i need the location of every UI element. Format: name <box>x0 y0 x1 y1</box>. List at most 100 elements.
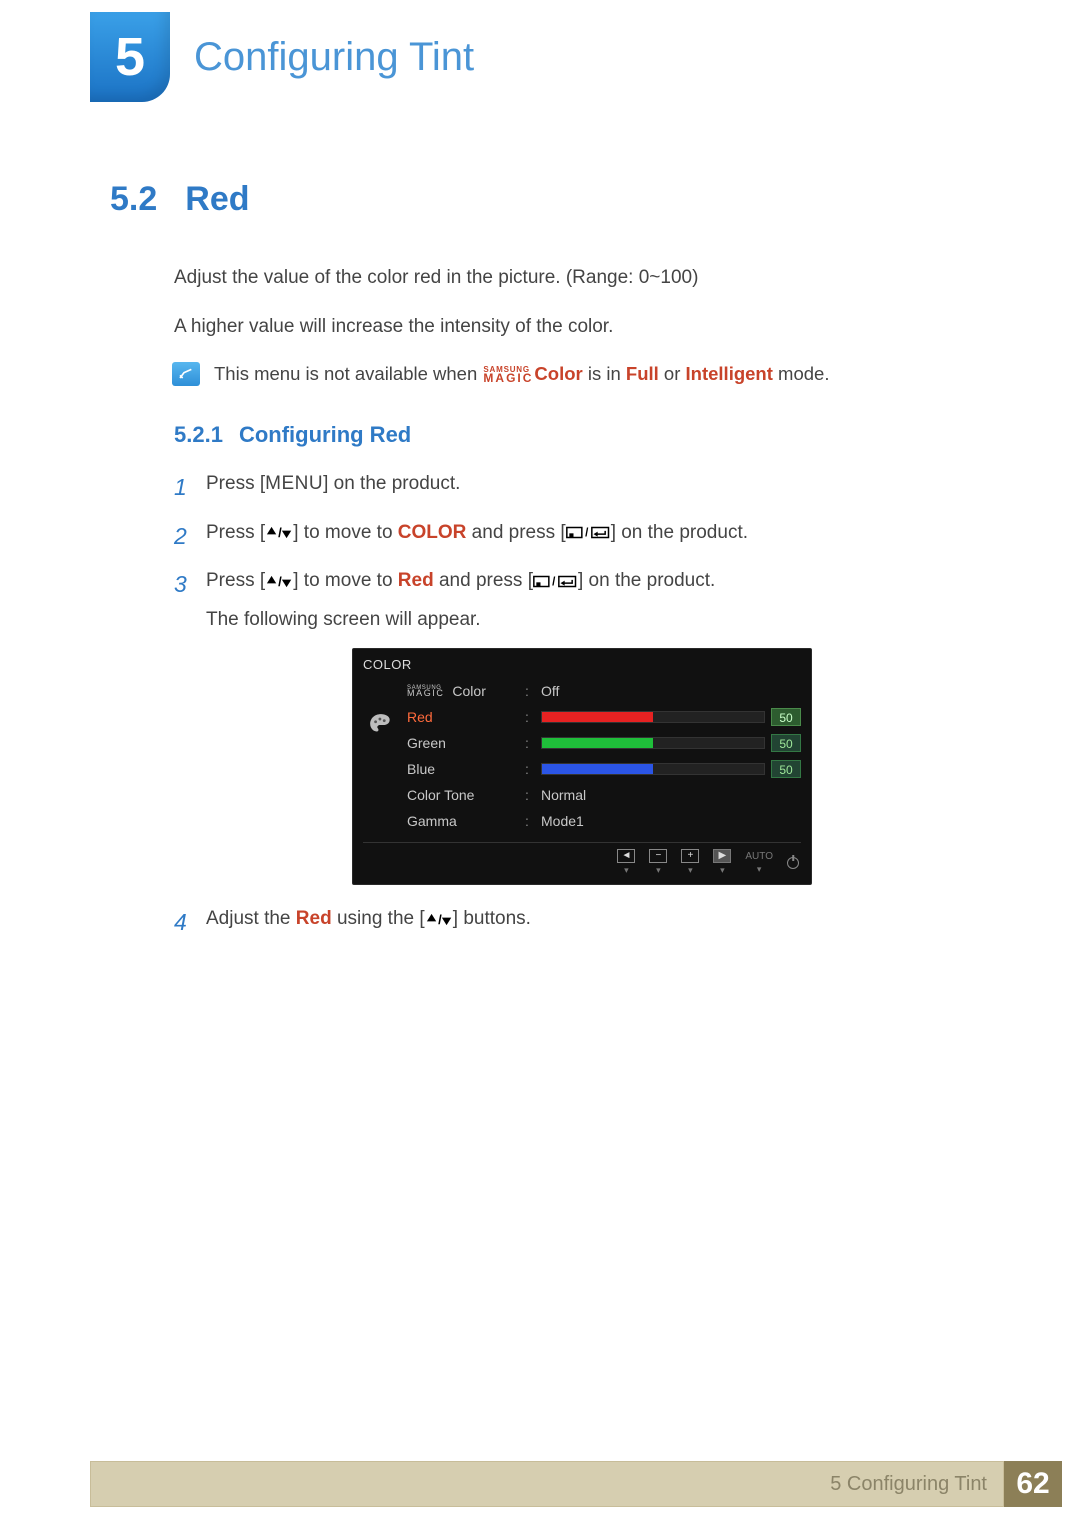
t: ] buttons. <box>453 908 531 929</box>
subsection-number: 5.2.1 <box>174 422 223 448</box>
up-down-icon: / <box>425 911 453 928</box>
step-2: 2 Press [/] to move to COLOR and press [… <box>174 519 990 554</box>
note-intelligent-word: Intelligent <box>686 363 773 384</box>
chapter-title: Configuring Tint <box>194 12 474 102</box>
osd-row-color-tone: Color Tone : Normal <box>407 782 801 808</box>
osd-list: SAMSUNGMAGIC Color : Off Red : 50 <box>407 678 801 834</box>
note-suffix: mode. <box>773 363 830 384</box>
section-heading: 5.2 Red <box>110 180 990 219</box>
osd-value: Off <box>541 683 611 699</box>
section: 5.2 Red Adjust the value of the color re… <box>110 180 990 954</box>
step-1: 1 Press [MENU] on the product. <box>174 470 990 505</box>
osd-value-blue: 50 <box>771 760 801 778</box>
note-text: This menu is not available when SAMSUNGM… <box>214 363 829 385</box>
osd-btn-power <box>787 857 799 869</box>
osd-value: Normal <box>541 787 611 803</box>
osd-row-blue: Blue : 50 <box>407 756 801 782</box>
osd-row-red: Red : 50 <box>407 704 801 730</box>
t: Color <box>452 683 485 699</box>
t: and press [ <box>434 570 533 591</box>
color-word: COLOR <box>398 522 467 543</box>
step-text: Press [/] to move to COLOR and press [/]… <box>206 519 990 554</box>
footer-chapter-ref: 5 Configuring Tint <box>90 1461 1004 1507</box>
step-3: 3 Press [ / ] to move to Red and press [ /]… <box>174 567 990 634</box>
intro-paragraph-2: A higher value will increase the intensi… <box>174 314 990 341</box>
source-enter-icon: / <box>533 573 578 590</box>
osd-value-red: 50 <box>771 708 801 726</box>
section-number: 5.2 <box>110 180 157 219</box>
osd-label: Gamma <box>407 813 517 829</box>
osd-row-green: Green : 50 <box>407 730 801 756</box>
svg-text:/: / <box>438 912 442 927</box>
note-icon <box>172 362 200 386</box>
menu-icon: MENU <box>265 473 323 494</box>
red-word: Red <box>398 570 434 591</box>
colon: : <box>525 813 533 829</box>
samsung-magic-mini-icon: SAMSUNGMAGIC <box>407 686 445 697</box>
footer-page-number: 62 <box>1004 1461 1062 1507</box>
steps-list-cont: 4 Adjust the Red using the [/] buttons. <box>174 905 990 940</box>
step-number: 2 <box>174 519 190 554</box>
osd-value-green: 50 <box>771 734 801 752</box>
bar-fill <box>542 764 653 774</box>
note-full-word: Full <box>626 363 659 384</box>
t: ] to move to <box>293 570 398 591</box>
step-text: Press [ / ] to move to Red and press [ / ] o… <box>206 567 990 634</box>
osd-bar-green <box>541 737 765 749</box>
colon: : <box>525 787 533 803</box>
note-mid: is in <box>583 363 626 384</box>
source-enter-icon: / <box>566 524 611 541</box>
svg-text:/: / <box>278 574 282 589</box>
osd-side <box>363 678 399 834</box>
osd-btn-auto: AUTO▾ <box>745 851 773 875</box>
step-4: 4 Adjust the Red using the [/] buttons. <box>174 905 990 940</box>
palette-icon <box>368 714 394 736</box>
osd-label: Color Tone <box>407 787 517 803</box>
power-icon <box>787 857 799 869</box>
step-number: 4 <box>174 905 190 940</box>
svg-text:/: / <box>585 527 589 540</box>
t: ] on the product. <box>578 570 715 591</box>
osd-row-gamma: Gamma : Mode1 <box>407 808 801 834</box>
step-number: 1 <box>174 470 190 505</box>
note-color-word: Color <box>534 363 582 384</box>
osd-btn-minus: −▾ <box>649 849 667 876</box>
t: The following screen will appear. <box>206 606 481 635</box>
chapter-header: 5 Configuring Tint <box>90 12 990 102</box>
chapter-number-badge: 5 <box>90 12 170 102</box>
subsection-heading: 5.2.1 Configuring Red <box>174 422 990 448</box>
osd-title: COLOR <box>363 657 801 672</box>
samsung-magic-logo: SAMSUNGMAGIC <box>483 367 533 383</box>
note-text-prefix: This menu is not available when <box>214 363 482 384</box>
step-number: 3 <box>174 567 190 634</box>
section-title: Red <box>185 180 249 219</box>
bar-fill <box>542 738 653 748</box>
note-row: This menu is not available when SAMSUNGM… <box>172 362 990 386</box>
t: and press [ <box>466 522 565 543</box>
bar-fill <box>542 712 653 722</box>
t: ] on the product. <box>323 473 460 494</box>
osd-value: Mode1 <box>541 813 611 829</box>
osd-btn-left: ◄▾ <box>617 849 635 876</box>
osd-screenshot: COLOR SAMSUNGMAGIC Color : Off <box>174 648 990 885</box>
osd-label: Red <box>407 709 517 725</box>
osd-bar-blue <box>541 763 765 775</box>
page-footer: 5 Configuring Tint 62 <box>90 1461 1062 1507</box>
osd-label: SAMSUNGMAGIC Color <box>407 683 517 699</box>
osd-row-magic-color: SAMSUNGMAGIC Color : Off <box>407 678 801 704</box>
step-text: Adjust the Red using the [/] buttons. <box>206 905 990 940</box>
colon: : <box>525 735 533 751</box>
subsection-title: Configuring Red <box>239 422 411 448</box>
steps-list: 1 Press [MENU] on the product. 2 Press [… <box>174 470 990 634</box>
red-word: Red <box>296 908 332 929</box>
svg-text:/: / <box>552 575 556 588</box>
t: Press [ <box>206 473 265 494</box>
osd-button-bar: ◄▾ −▾ +▾ ▶▾ AUTO▾ <box>363 842 801 880</box>
t: Press [ <box>206 570 265 591</box>
svg-text:/: / <box>278 525 282 540</box>
magic-text: MAGIC <box>483 374 533 384</box>
osd-bar-red <box>541 711 765 723</box>
t: ] on the product. <box>611 522 748 543</box>
t: MAGIC <box>407 690 445 697</box>
note-or: or <box>659 363 686 384</box>
